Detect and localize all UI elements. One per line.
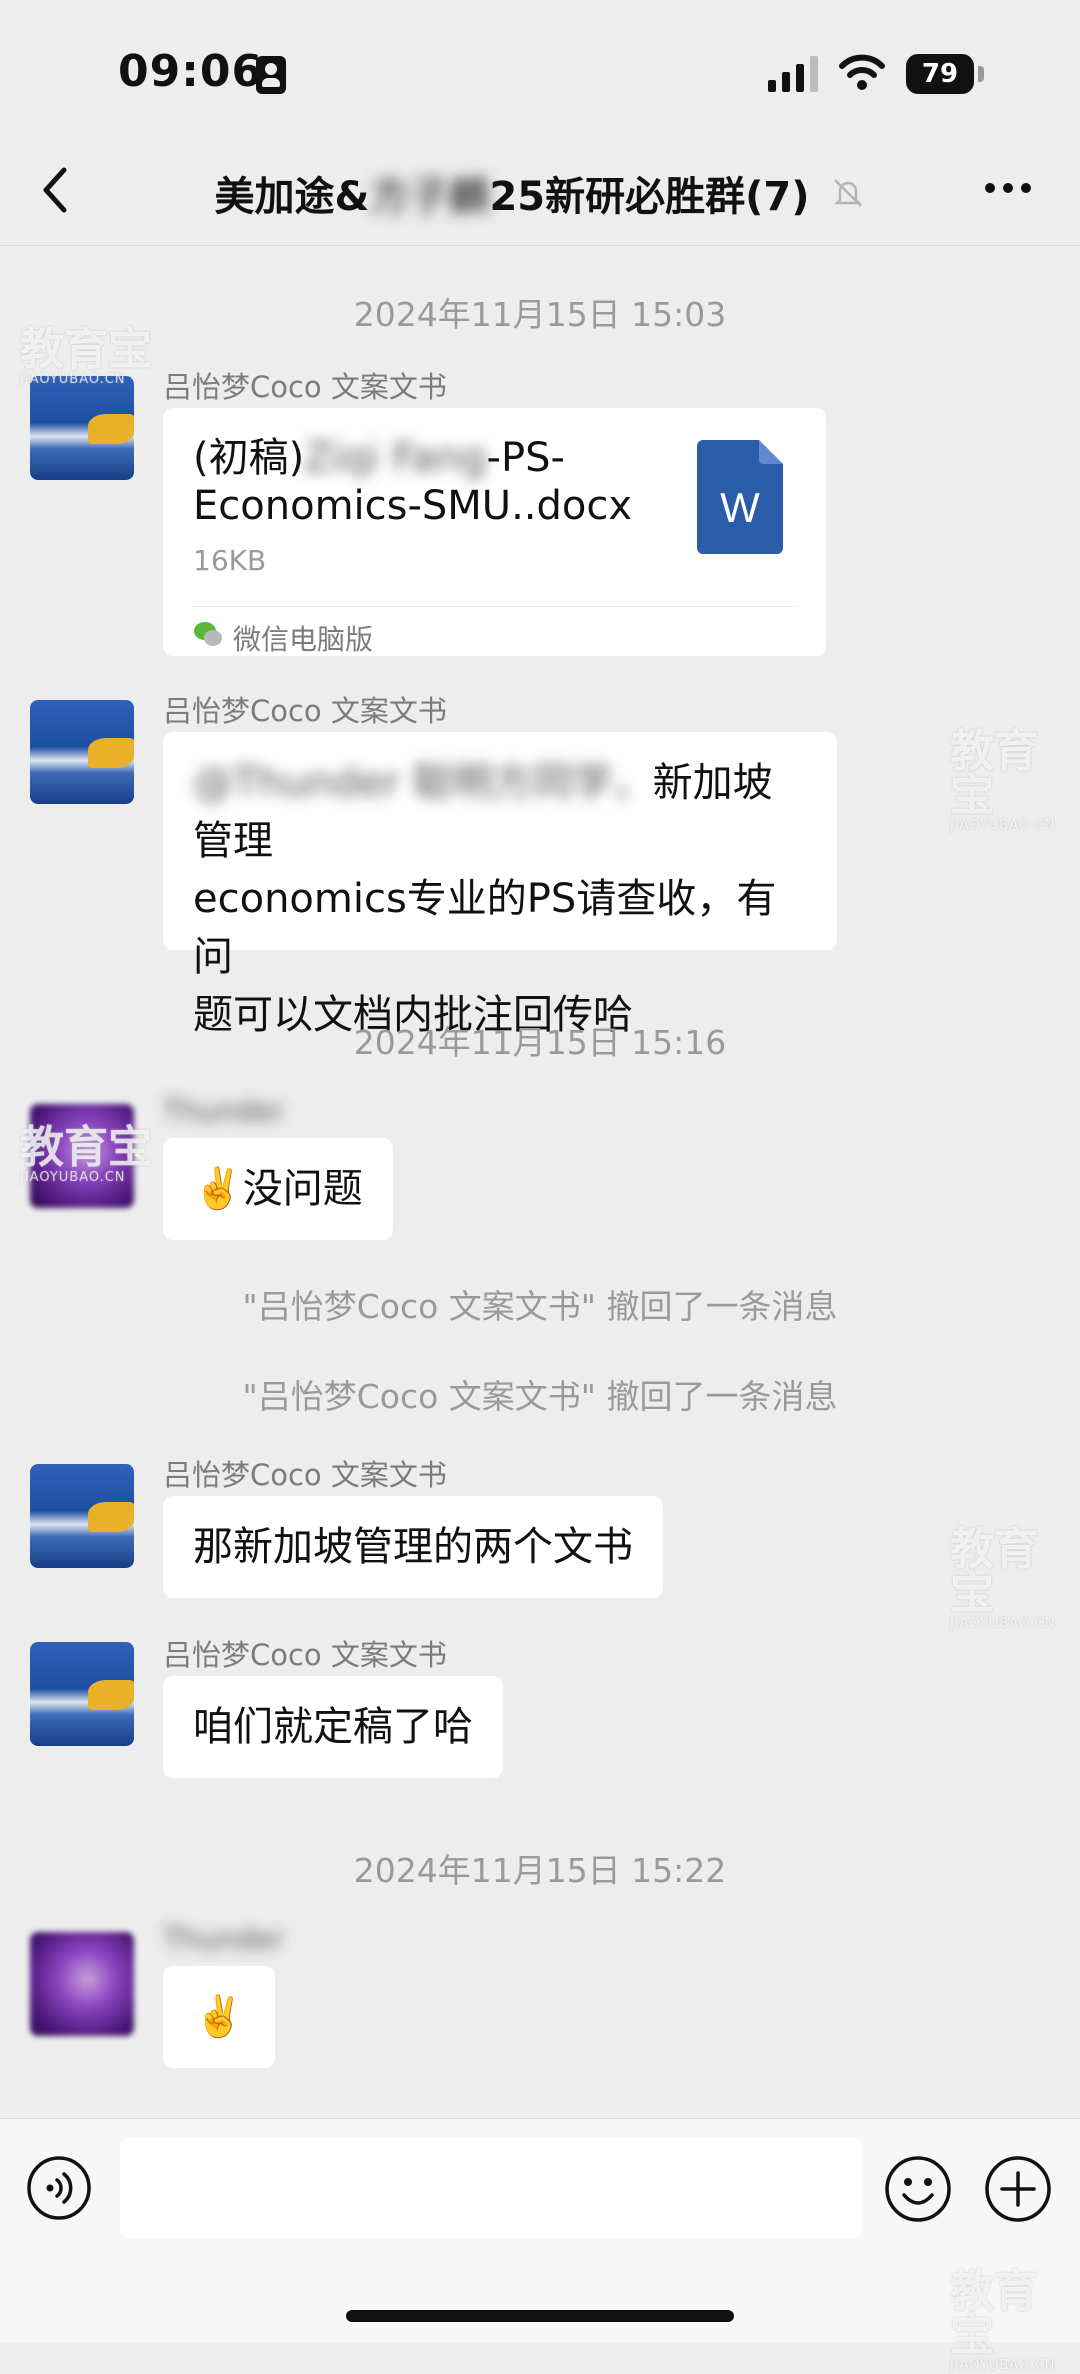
victory-emoji: ✌️ [193,1166,243,1212]
divider [193,606,796,607]
id-card-icon [256,56,286,94]
smiley-icon[interactable] [884,2155,952,2223]
word-icon-letter: W [720,484,760,531]
signal-icon [768,56,818,92]
file-name-suffix: -PS- [486,435,565,481]
battery-level: 79 [906,54,974,94]
title-prefix: 美加途& [214,174,370,220]
battery-icon: 79 [906,54,986,94]
sender-name: 吕怡梦Coco 文案文书 [163,1458,447,1492]
mention-blurred: @Thunder 聪明方同学， [193,760,653,806]
more-dots-icon[interactable] [982,176,1034,200]
watermark: 教育宝 JIAOYUBAO.CN [20,324,152,388]
bell-off-icon [834,179,863,207]
wifi-icon [839,54,885,90]
recall-notice: "吕怡梦Coco 文案文书" 撤回了一条消息 [242,1377,838,1416]
avatar[interactable] [30,1932,134,2036]
file-name: (初稿)Ziqi Fang-PS- Economics-SMU..docx [193,434,663,530]
avatar[interactable] [30,1642,134,1746]
word-file-icon: W [697,440,783,554]
file-message-card[interactable]: (初稿)Ziqi Fang-PS- Economics-SMU..docx 16… [163,408,826,656]
file-name-prefix: (初稿) [193,435,305,481]
avatar[interactable] [30,376,134,480]
watermark: 教育宝 JIAOYUBAO.CN [950,2266,1056,2374]
avatar[interactable] [30,1464,134,1568]
voice-icon[interactable] [26,2155,92,2221]
status-time: 09:06 [118,46,264,97]
message-input[interactable] [120,2137,862,2239]
message-bubble[interactable]: ✌️ [163,1966,275,2068]
timestamp: 2024年11月15日 15:16 [353,1023,727,1062]
watermark: 教育宝 JIAOYUBAO.CN [950,1524,1056,1632]
file-source: 微信电脑版 [233,623,374,656]
message-bubble[interactable]: 那新加坡管理的两个文书 [163,1496,663,1598]
avatar[interactable] [30,700,134,804]
plus-icon[interactable] [984,2155,1052,2223]
watermark: 教育宝 JIAOYUBAO.CN [20,1122,152,1186]
sender-name: Thunder [163,1094,285,1128]
recall-notice: "吕怡梦Coco 文案文书" 撤回了一条消息 [242,1287,838,1326]
message-text: 咱们就定稿了哈 [193,1704,473,1750]
chat-title: 美加途&方子麟25新研必胜群(7) [0,164,1080,220]
file-size: 16KB [193,544,267,577]
message-bubble[interactable]: 咱们就定稿了哈 [163,1676,503,1778]
sender-name: 吕怡梦Coco 文案文书 [163,694,447,728]
message-text: 那新加坡管理的两个文书 [193,1524,633,1570]
title-suffix: 25新研必胜群(7) [489,174,810,220]
message-bubble[interactable]: ✌️没问题 [163,1138,393,1240]
input-bar [0,2118,1080,2342]
message-text: 没问题 [242,1166,363,1212]
timestamp: 2024年11月15日 15:03 [353,295,727,334]
wechat-icon [194,622,222,646]
title-blurred: 方子麟 [369,174,490,220]
home-indicator[interactable] [346,2310,734,2322]
sender-name: Thunder [163,1922,285,1956]
sender-name: 吕怡梦Coco 文案文书 [163,370,447,404]
sender-name: 吕怡梦Coco 文案文书 [163,1638,447,1672]
victory-emoji: ✌️ [194,1994,244,2040]
file-name-blurred: Ziqi Fang [304,435,487,481]
message-text: economics专业的PS请查收，有问 [193,876,777,980]
message-bubble[interactable]: @Thunder 聪明方同学，新加坡管理 economics专业的PS请查收，有… [163,732,837,1038]
file-name-line2: Economics-SMU..docx [193,483,633,529]
watermark: 教育宝 JIAOYUBAO.CN [950,726,1056,834]
timestamp: 2024年11月15日 15:22 [353,1851,727,1890]
nav-divider [0,245,1080,246]
